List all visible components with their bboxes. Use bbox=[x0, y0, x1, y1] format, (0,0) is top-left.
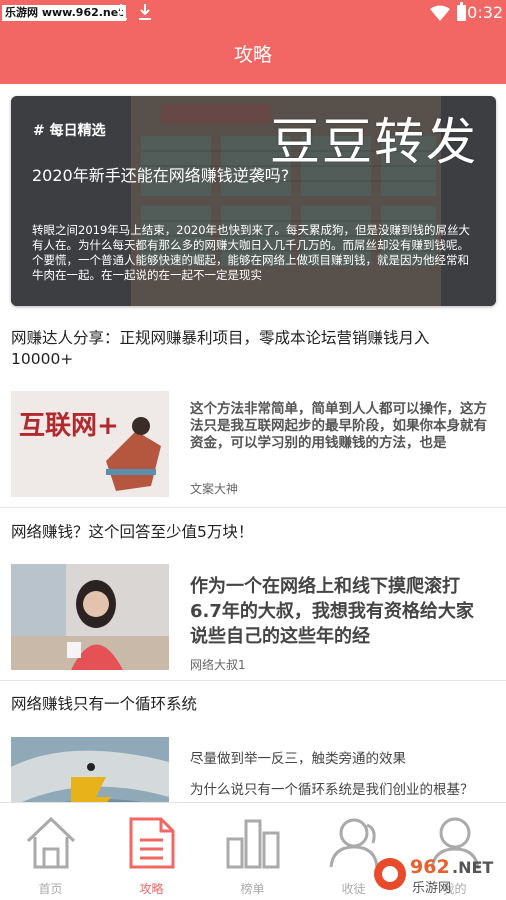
thumbnail-caption: 互联网+ bbox=[19, 411, 119, 441]
chart-icon bbox=[226, 819, 280, 869]
article-feed[interactable]: 豆豆转发 # 每日精选 2020年新手还能在网络赚钱逆袭吗? 转眼之间2019年… bbox=[0, 84, 506, 802]
status-bar: 乐游网 www.962.net 10:32 bbox=[0, 0, 506, 27]
article-excerpt: 这个方法非常简单，简单到人人都可以操作，这方法只是我互联网起步的最早阶段，如果你… bbox=[190, 401, 487, 451]
featured-card[interactable]: 豆豆转发 # 每日精选 2020年新手还能在网络赚钱逆袭吗? 转眼之间2019年… bbox=[11, 96, 496, 306]
document-icon bbox=[129, 817, 175, 869]
wifi-icon bbox=[430, 5, 450, 21]
featured-summary: 转眼之间2019年马上结束，2020年也快到来了。每天累成狗，但是没赚到钱的屌丝… bbox=[32, 223, 471, 282]
divider bbox=[0, 507, 506, 508]
site-watermark: 962 .NET 乐游网 bbox=[372, 852, 502, 896]
status-time: 10:32 bbox=[457, 3, 504, 22]
article-author: 网络大叔1 bbox=[190, 658, 246, 672]
page-title: 攻略 bbox=[233, 44, 272, 66]
svg-text:乐游网: 乐游网 bbox=[412, 881, 451, 896]
article-excerpt-2: 为什么说只有一个循环系统是我们创业的根基？ bbox=[190, 782, 474, 798]
featured-image-watermark: 豆豆转发 bbox=[270, 113, 478, 171]
download-icon bbox=[115, 4, 127, 20]
article-excerpt: 作为一个在网络上和线下摸爬滚打6.7年的大叔，我想我有资格给大家说些自己的这些年… bbox=[190, 576, 474, 647]
svg-text:962: 962 bbox=[410, 856, 450, 878]
featured-tag: # 每日精选 bbox=[33, 123, 106, 139]
status-watermark: 乐游网 www.962.net bbox=[2, 5, 127, 21]
article-excerpt: 尽量做到举一反三，触类旁通的效果 bbox=[190, 751, 406, 767]
tab-label: 攻略 bbox=[139, 882, 164, 896]
tab-guide[interactable]: 攻略 bbox=[101, 803, 202, 900]
article-title[interactable]: 网络赚钱？这个回答至少值5万块！ bbox=[11, 522, 491, 543]
divider bbox=[0, 680, 506, 681]
article-thumbnail bbox=[11, 564, 169, 670]
download-icon bbox=[139, 4, 151, 20]
svg-text:.NET: .NET bbox=[452, 858, 493, 877]
home-icon bbox=[26, 816, 76, 869]
featured-title: 2020年新手还能在网络赚钱逆袭吗? bbox=[32, 166, 290, 185]
article-title[interactable]: 网络赚钱只有一个循环系统 bbox=[11, 694, 491, 715]
tab-ranking[interactable]: 榜单 bbox=[202, 803, 303, 900]
app-header: 攻略 bbox=[0, 27, 506, 84]
article-thumbnail bbox=[11, 737, 169, 802]
article-title[interactable]: 网赚达人分享：正规网赚暴利项目，零成本论坛营销赚钱月入10000+ bbox=[11, 328, 491, 370]
article-thumbnail: 互联网+ bbox=[11, 391, 169, 497]
tab-label: 榜单 bbox=[240, 882, 265, 896]
tab-label: 首页 bbox=[38, 882, 63, 896]
tab-home[interactable]: 首页 bbox=[0, 803, 101, 900]
article-author: 文案大神 bbox=[190, 482, 239, 496]
